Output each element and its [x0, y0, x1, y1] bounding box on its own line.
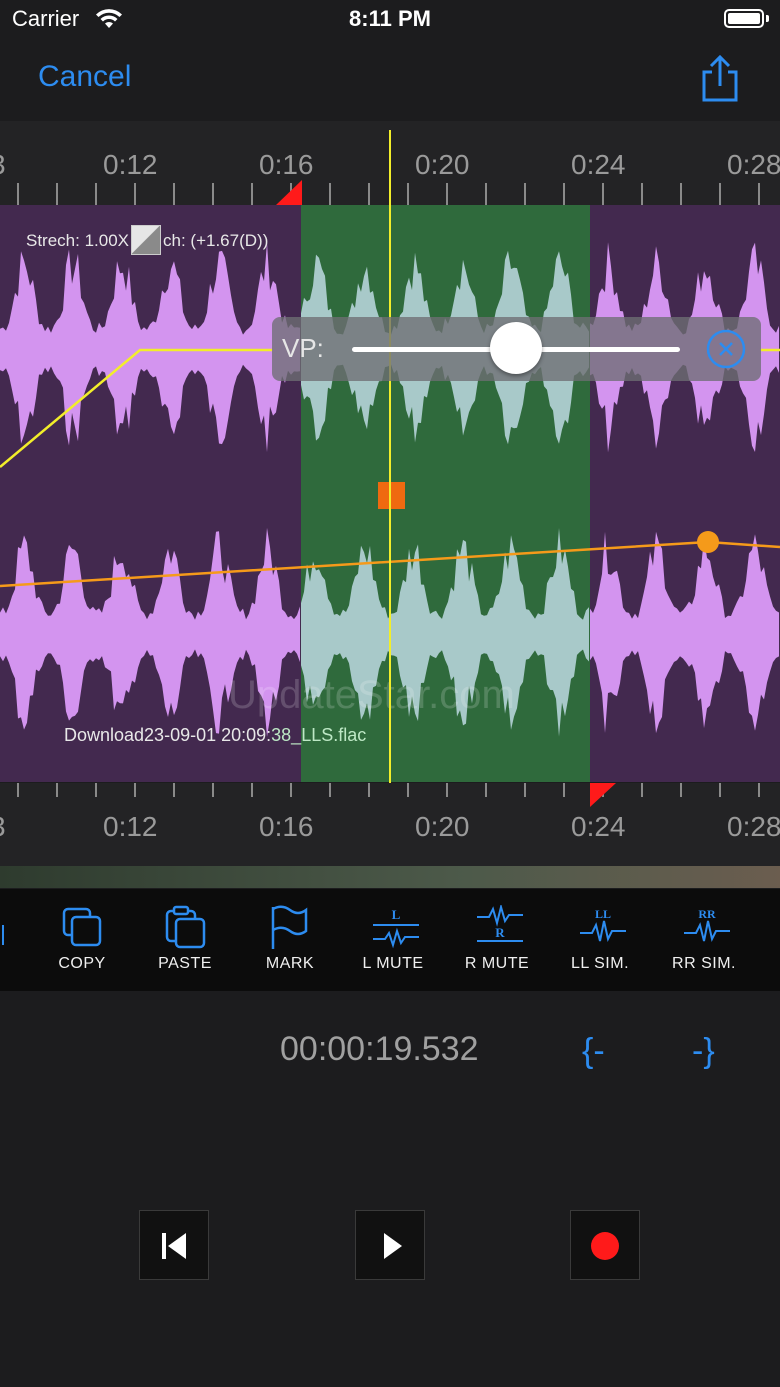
filename-part: Download23-09-01 20:09:: [64, 725, 272, 745]
stretch-toggle-icon[interactable]: [131, 225, 162, 255]
ruler-label: 0:28: [727, 811, 780, 842]
stretch-label: Strech: 1.00X: [26, 231, 130, 250]
vp-slider-thumb[interactable]: [490, 322, 542, 374]
skip-to-start-button[interactable]: [139, 1210, 209, 1280]
filename-part-selected: 38_LLS.flac: [271, 725, 367, 745]
vp-slider-panel: VP:: [272, 317, 761, 381]
paste-icon: [165, 905, 206, 949]
ll-sim-button[interactable]: LL LL SIM.: [550, 889, 650, 991]
cancel-button[interactable]: Cancel: [38, 60, 131, 94]
watermark: UpdateStar.com: [228, 673, 515, 717]
time-readout: 00:00:19.532: [280, 1030, 479, 1068]
ruler-label: 3: [0, 811, 6, 843]
set-end-brace-button[interactable]: -}: [692, 1030, 726, 1070]
ruler-label: 0:12: [103, 811, 158, 842]
pan-envelope-point: [697, 531, 719, 553]
paste-button[interactable]: PASTE: [135, 889, 235, 991]
l-mute-button[interactable]: L L MUTE: [343, 889, 443, 991]
copy-label: COPY: [58, 955, 106, 972]
ruler-label: 0:24: [571, 149, 626, 180]
r-mute-icon: R: [477, 905, 523, 942]
selection-handle: [378, 482, 405, 509]
ruler-label: 0:16: [259, 811, 314, 842]
play-icon: [384, 1233, 402, 1259]
clock: 8:11 PM: [349, 6, 431, 31]
r-mute-button[interactable]: R R MUTE: [447, 889, 547, 991]
overview-strip[interactable]: [0, 866, 780, 888]
timeline-ruler-bottom[interactable]: 3 0:12 0:16 0:20 0:24 0:28: [0, 783, 780, 867]
play-button[interactable]: [355, 1210, 425, 1280]
l-mute-icon: L: [373, 907, 419, 949]
selection-start-marker[interactable]: [276, 180, 302, 205]
vp-label: VP:: [282, 333, 324, 363]
brace-right-text: -}: [692, 1032, 715, 1070]
battery-icon: [724, 9, 764, 28]
ruler-label: 0:24: [571, 811, 626, 842]
ruler-label: 3: [0, 149, 6, 181]
selection-end-marker[interactable]: [590, 783, 616, 807]
toolbar-overflow-indicator: [0, 925, 4, 945]
svg-text:RR: RR: [698, 907, 716, 921]
mark-button[interactable]: MARK: [240, 889, 340, 991]
rr-sim-icon: RR: [684, 907, 730, 942]
mark-label: MARK: [265, 955, 315, 972]
ll-sim-label: LL SIM.: [570, 955, 630, 972]
flag-icon: [271, 905, 308, 949]
filename-label: Download23-09-01 20:09:38_LLS.flac: [64, 725, 366, 746]
pitch-label: ch: (+1.67(D)): [163, 231, 269, 250]
rr-sim-button[interactable]: RR RR SIM.: [654, 889, 754, 991]
l-mute-label: L MUTE: [362, 955, 424, 972]
record-icon: [591, 1232, 619, 1260]
status-bar: Carrier 8:11 PM: [0, 0, 780, 40]
svg-text:L: L: [392, 907, 401, 922]
ruler-label: 0:16: [259, 149, 314, 180]
battery-tip: [766, 15, 769, 22]
ruler-label: 0:28: [727, 149, 780, 180]
svg-text:LL: LL: [595, 907, 611, 921]
share-icon[interactable]: [698, 54, 742, 104]
paste-label: PASTE: [158, 955, 212, 972]
ruler-label: 0:20: [415, 811, 470, 842]
copy-button[interactable]: COPY: [32, 889, 132, 991]
copy-icon: [62, 907, 102, 947]
skip-to-start-icon: [162, 1233, 186, 1259]
r-mute-label: R MUTE: [464, 955, 530, 972]
rr-sim-label: RR SIM.: [672, 955, 736, 972]
ruler-label: 0:20: [415, 149, 470, 180]
playhead[interactable]: [389, 130, 391, 857]
close-icon[interactable]: [706, 329, 746, 369]
ruler-label: 0:12: [103, 149, 158, 180]
record-button[interactable]: [570, 1210, 640, 1280]
nav-bar: Cancel: [0, 40, 780, 120]
edit-toolbar: COPY PASTE MARK L L MUTE R R MUTE LL LL …: [0, 889, 780, 991]
brace-left-text: {-: [582, 1032, 605, 1070]
svg-text:R: R: [495, 925, 505, 940]
ll-sim-icon: LL: [580, 907, 626, 942]
set-start-brace-button[interactable]: {-: [582, 1030, 616, 1070]
stretch-pitch-label: Strech: 1.00X ch: (+1.67(D)): [26, 225, 268, 255]
